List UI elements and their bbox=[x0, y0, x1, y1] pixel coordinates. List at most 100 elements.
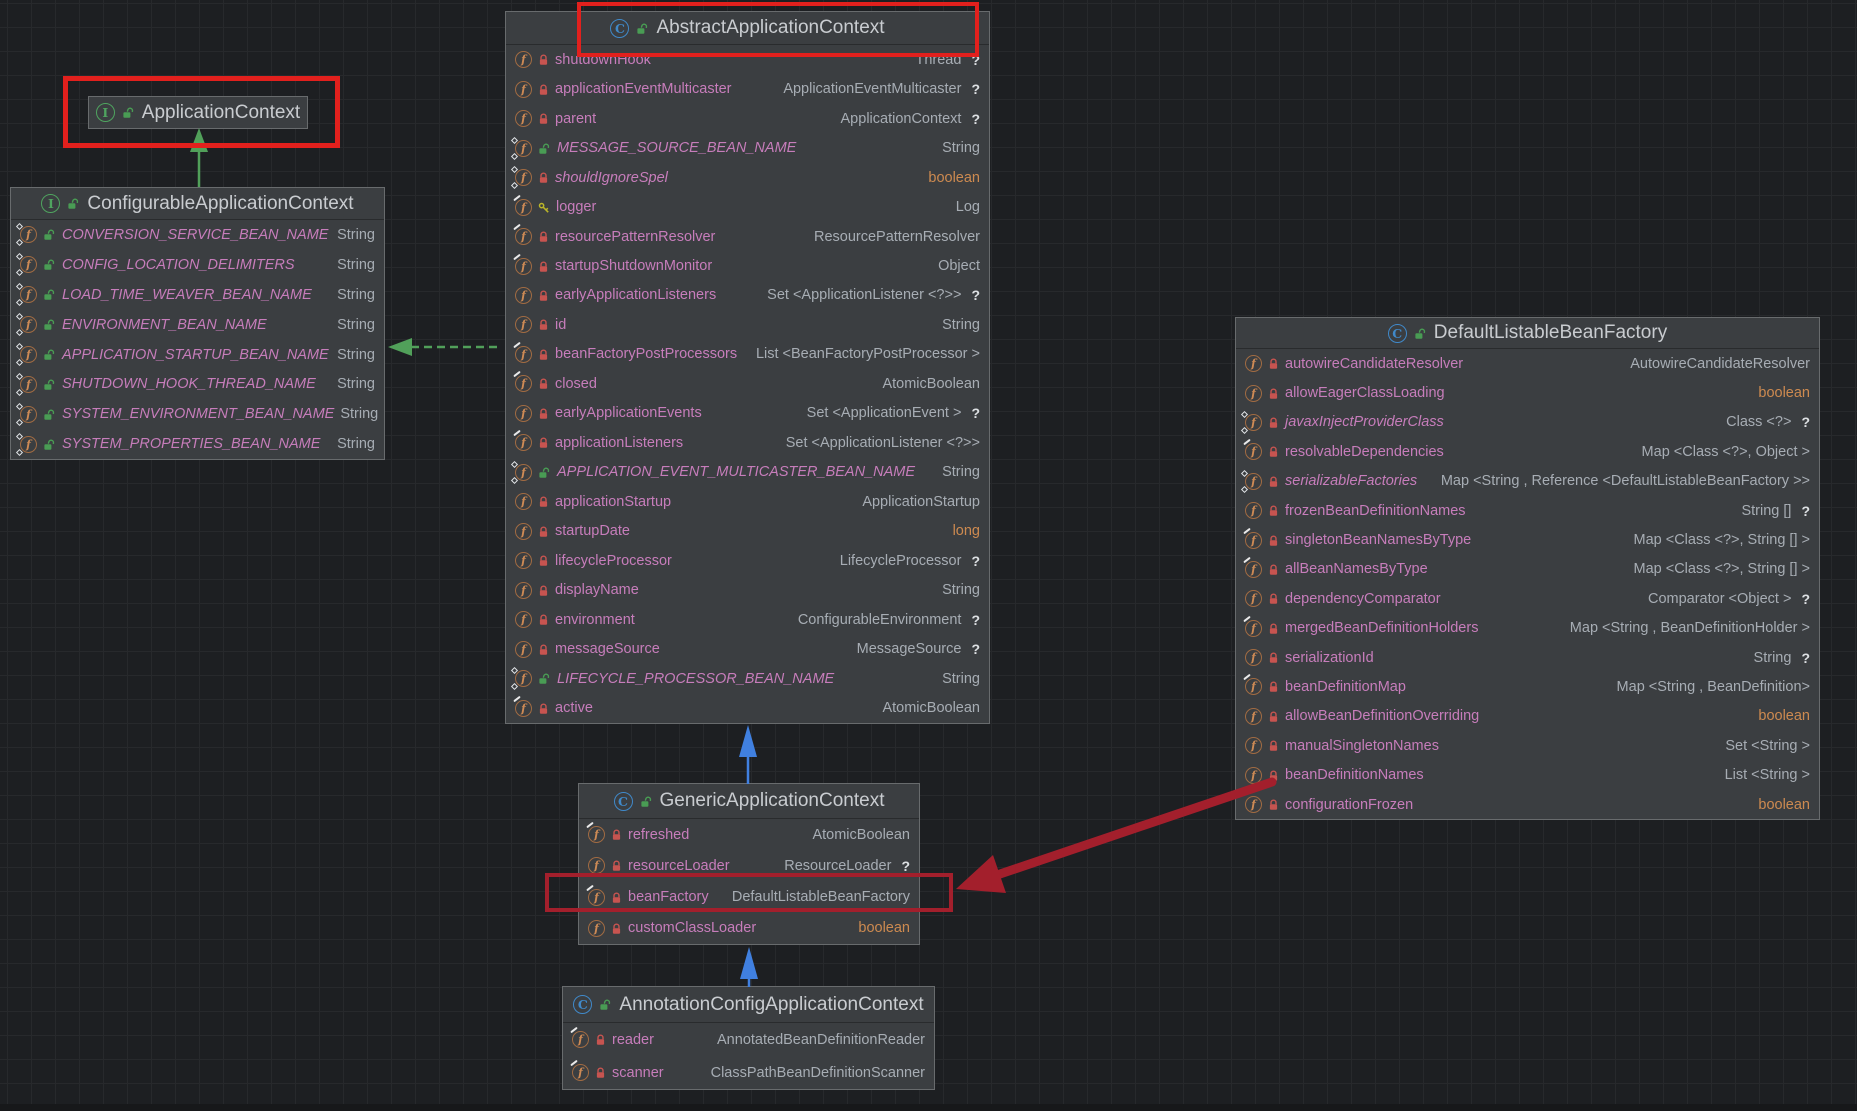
field-row-closed[interactable]: f closed AtomicBoolean bbox=[506, 369, 989, 398]
field-icon: f bbox=[15, 313, 37, 337]
private-lock-icon bbox=[595, 1067, 606, 1079]
field-row-javaxInjectProviderClass[interactable]: f javaxInjectProviderClass Class <?>? bbox=[1236, 408, 1819, 437]
field-row-applicationListeners[interactable]: f applicationListeners Set <ApplicationLi… bbox=[506, 428, 989, 457]
class-title-bar[interactable]: I ConfigurableApplicationContext bbox=[11, 188, 384, 220]
field-row-shouldIgnoreSpel[interactable]: f shouldIgnoreSpel boolean bbox=[506, 163, 989, 192]
field-row-ENVIRONMENT_BEAN_NAME[interactable]: f ENVIRONMENT_BEAN_NAME String bbox=[11, 310, 384, 340]
field-row-earlyApplicationEvents[interactable]: f earlyApplicationEvents Set <Application… bbox=[506, 399, 989, 428]
field-row-allowEagerClassLoading[interactable]: f allowEagerClassLoading boolean bbox=[1236, 378, 1819, 407]
field-row-messageSource[interactable]: f messageSource MessageSource? bbox=[506, 634, 989, 663]
implements-arrow-abstract-to-configurable bbox=[388, 338, 497, 356]
field-name: allBeanNamesByType bbox=[1285, 561, 1428, 578]
class-node-abstractApplicationContext[interactable]: C AbstractApplicationContext f shutdownHo… bbox=[505, 11, 990, 724]
field-row-LOAD_TIME_WEAVER_BEAN_NAME[interactable]: f LOAD_TIME_WEAVER_BEAN_NAME String bbox=[11, 280, 384, 310]
field-type: boolean bbox=[1758, 385, 1810, 402]
field-row-reader[interactable]: f reader AnnotatedBeanDefinitionReader bbox=[563, 1023, 934, 1056]
field-row-displayName[interactable]: f displayName String bbox=[506, 575, 989, 604]
static-marker bbox=[1240, 485, 1249, 493]
field-row-singletonBeanNamesByType[interactable]: f singletonBeanNamesByType Map <Class <?>… bbox=[1236, 525, 1819, 554]
field-name: resolvableDependencies bbox=[1285, 443, 1444, 460]
field-row-configurationFrozen[interactable]: f configurationFrozen boolean bbox=[1236, 790, 1819, 819]
field-row-manualSingletonNames[interactable]: f manualSingletonNames Set <String > bbox=[1236, 731, 1819, 760]
field-row-SHUTDOWN_HOOK_THREAD_NAME[interactable]: f SHUTDOWN_HOOK_THREAD_NAME String bbox=[11, 369, 384, 399]
field-row-refreshed[interactable]: f refreshed AtomicBoolean bbox=[579, 819, 919, 850]
field-row-id[interactable]: f id String bbox=[506, 310, 989, 339]
field-row-resolvableDependencies[interactable]: f resolvableDependencies Map <Class <?>, … bbox=[1236, 437, 1819, 466]
field-row-scanner[interactable]: f scanner ClassPathBeanDefinitionScanner bbox=[563, 1056, 934, 1089]
field-icon: f bbox=[1245, 590, 1262, 608]
class-node-genericApplicationContext[interactable]: C GenericApplicationContext f refreshed At… bbox=[578, 783, 920, 945]
field-name: parent bbox=[555, 110, 597, 127]
private-lock-icon bbox=[611, 860, 622, 872]
field-type: Set <ApplicationEvent > bbox=[806, 405, 962, 422]
class-title: ApplicationContext bbox=[141, 101, 301, 123]
field-row-SYSTEM_PROPERTIES_BEAN_NAME[interactable]: f SYSTEM_PROPERTIES_BEAN_NAME String bbox=[11, 429, 384, 459]
field-row-allBeanNamesByType[interactable]: f allBeanNamesByType Map <Class <?>, Stri… bbox=[1236, 555, 1819, 584]
field-row-applicationStartup[interactable]: f applicationStartup ApplicationStartup bbox=[506, 487, 989, 516]
field-row-APPLICATION_EVENT_MULTICASTER_BEAN_NAME[interactable]: f APPLICATION_EVENT_MULTICASTER_BEAN_NAM… bbox=[506, 458, 989, 487]
field-row-startupDate[interactable]: f startupDate long bbox=[506, 517, 989, 546]
class-title-bar[interactable]: I ApplicationContext bbox=[89, 97, 307, 128]
class-title-bar[interactable]: C DefaultListableBeanFactory bbox=[1236, 318, 1819, 349]
private-lock-icon bbox=[538, 113, 549, 125]
field-name: messageSource bbox=[555, 641, 660, 658]
field-icon: f bbox=[515, 286, 532, 304]
field-type: String bbox=[337, 346, 375, 363]
field-row-resourceLoader[interactable]: f resourceLoader ResourceLoader? bbox=[579, 850, 919, 881]
private-lock-icon bbox=[1268, 593, 1279, 605]
public-lock-icon bbox=[43, 229, 56, 241]
field-name: LIFECYCLE_PROCESSOR_BEAN_NAME bbox=[557, 670, 835, 687]
class-title-bar[interactable]: C AbstractApplicationContext bbox=[506, 12, 989, 45]
class-node-defaultListableBeanFactory[interactable]: C DefaultListableBeanFactory f autowireCa… bbox=[1235, 317, 1820, 820]
class-node-annotationConfigApplicationContext[interactable]: C AnnotationConfigApplicationContext f re… bbox=[562, 986, 935, 1090]
private-lock-icon bbox=[611, 923, 622, 935]
public-lock-icon bbox=[640, 796, 653, 808]
private-lock-icon bbox=[595, 1034, 606, 1046]
field-row-active[interactable]: f active AtomicBoolean bbox=[506, 693, 989, 722]
field-row-environment[interactable]: f environment ConfigurableEnvironment? bbox=[506, 605, 989, 634]
field-name: beanFactoryPostProcessors bbox=[555, 346, 738, 363]
private-lock-icon bbox=[538, 408, 549, 420]
field-row-beanDefinitionNames[interactable]: f beanDefinitionNames List <String > bbox=[1236, 760, 1819, 789]
field-row-beanDefinitionMap[interactable]: f beanDefinitionMap Map <String , BeanDef… bbox=[1236, 672, 1819, 701]
class-node-configurableApplicationContext[interactable]: I ConfigurableApplicationContext f CONVER… bbox=[10, 187, 385, 460]
field-row-beanFactoryPostProcessors[interactable]: f beanFactoryPostProcessors List <BeanFac… bbox=[506, 340, 989, 369]
field-name: APPLICATION_EVENT_MULTICASTER_BEAN_NAME bbox=[557, 464, 916, 481]
field-type: ResourcePatternResolver bbox=[813, 228, 980, 245]
field-type: String bbox=[337, 436, 375, 453]
field-row-shutdownHook[interactable]: f shutdownHook Thread? bbox=[506, 45, 989, 74]
field-row-parent[interactable]: f parent ApplicationContext? bbox=[506, 104, 989, 133]
field-row-SYSTEM_ENVIRONMENT_BEAN_NAME[interactable]: f SYSTEM_ENVIRONMENT_BEAN_NAME String bbox=[11, 399, 384, 429]
field-icon: f bbox=[515, 552, 532, 570]
field-row-resourcePatternResolver[interactable]: f resourcePatternResolver ResourcePattern… bbox=[506, 222, 989, 251]
field-row-beanFactory[interactable]: f beanFactory DefaultListableBeanFactory bbox=[579, 882, 919, 913]
field-row-serializableFactories[interactable]: f serializableFactories Map <String , Ref… bbox=[1236, 467, 1819, 496]
field-row-MESSAGE_SOURCE_BEAN_NAME[interactable]: f MESSAGE_SOURCE_BEAN_NAME String bbox=[506, 133, 989, 162]
field-row-serializationId[interactable]: f serializationId String? bbox=[1236, 643, 1819, 672]
field-row-logger[interactable]: f logger Log bbox=[506, 192, 989, 221]
field-row-allowBeanDefinitionOverriding[interactable]: f allowBeanDefinitionOverriding boolean bbox=[1236, 702, 1819, 731]
field-row-autowireCandidateResolver[interactable]: f autowireCandidateResolver AutowireCandi… bbox=[1236, 349, 1819, 378]
field-row-LIFECYCLE_PROCESSOR_BEAN_NAME[interactable]: f LIFECYCLE_PROCESSOR_BEAN_NAME String bbox=[506, 664, 989, 693]
field-row-frozenBeanDefinitionNames[interactable]: f frozenBeanDefinitionNames String []? bbox=[1236, 496, 1819, 525]
field-row-lifecycleProcessor[interactable]: f lifecycleProcessor LifecycleProcessor? bbox=[506, 546, 989, 575]
field-row-CONFIG_LOCATION_DELIMITERS[interactable]: f CONFIG_LOCATION_DELIMITERS String bbox=[11, 250, 384, 280]
field-row-applicationEventMulticaster[interactable]: f applicationEventMulticaster Application… bbox=[506, 74, 989, 103]
private-lock-icon bbox=[1268, 417, 1279, 429]
field-row-APPLICATION_STARTUP_BEAN_NAME[interactable]: f APPLICATION_STARTUP_BEAN_NAME String bbox=[11, 340, 384, 370]
field-row-CONVERSION_SERVICE_BEAN_NAME[interactable]: f CONVERSION_SERVICE_BEAN_NAME String bbox=[11, 220, 384, 250]
field-row-mergedBeanDefinitionHolders[interactable]: f mergedBeanDefinitionHolders Map <String… bbox=[1236, 614, 1819, 643]
class-icon: C bbox=[610, 18, 630, 38]
class-title-bar[interactable]: C AnnotationConfigApplicationContext bbox=[563, 987, 934, 1023]
field-row-dependencyComparator[interactable]: f dependencyComparator Comparator <Object… bbox=[1236, 584, 1819, 613]
field-name: applicationListeners bbox=[555, 434, 684, 451]
class-title-bar[interactable]: C GenericApplicationContext bbox=[579, 784, 919, 819]
uml-diagram-canvas[interactable]: I ApplicationContext I ConfigurableApplic… bbox=[0, 0, 1857, 1111]
class-node-applicationContext[interactable]: I ApplicationContext bbox=[88, 96, 308, 129]
field-row-earlyApplicationListeners[interactable]: f earlyApplicationListeners Set <Applicat… bbox=[506, 281, 989, 310]
field-row-customClassLoader[interactable]: f customClassLoader boolean bbox=[579, 913, 919, 944]
field-row-startupShutdownMonitor[interactable]: f startupShutdownMonitor Object bbox=[506, 251, 989, 280]
field-type: String bbox=[337, 226, 375, 243]
nullable-mark: ? bbox=[971, 611, 980, 628]
field-icon: f bbox=[1245, 796, 1262, 814]
